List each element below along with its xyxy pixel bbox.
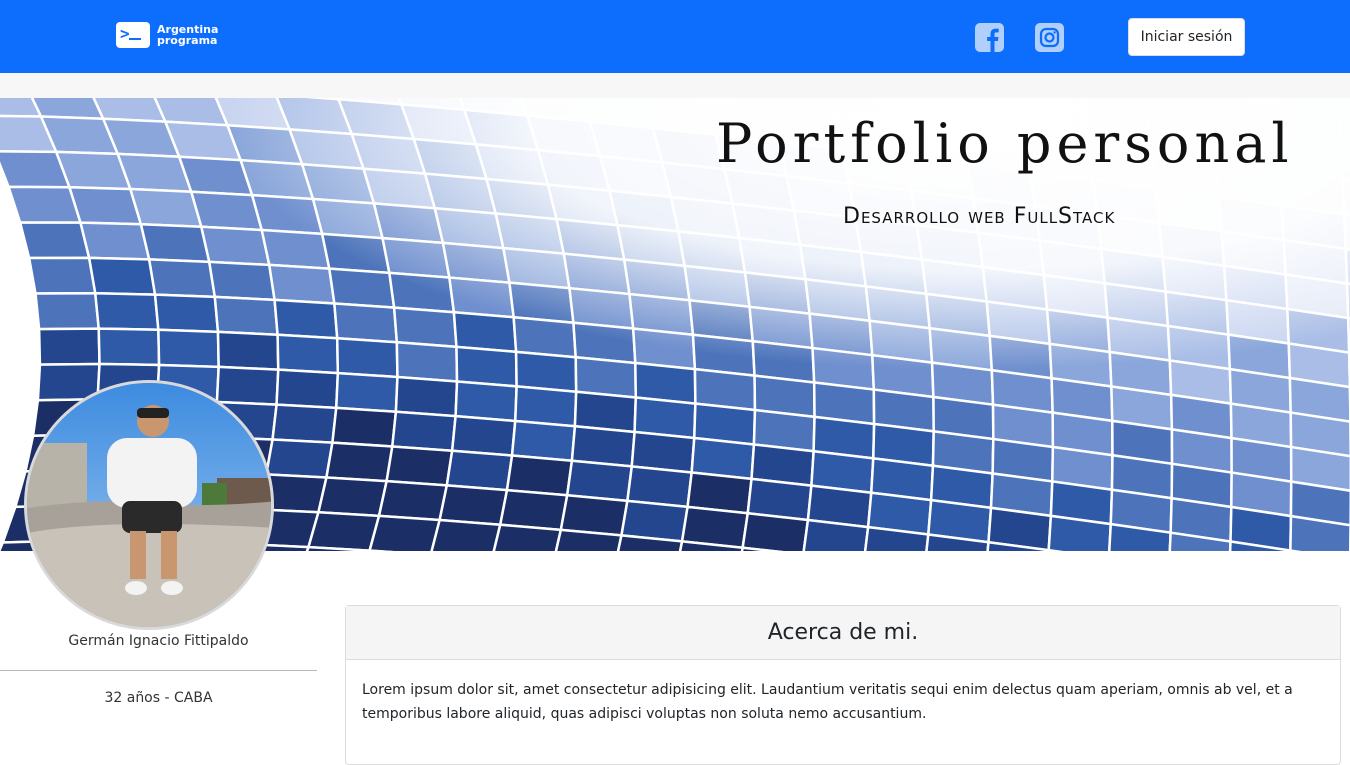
about-card: Acerca de mi. Lorem ipsum dolor sit, ame… [345,605,1341,765]
banner-top-strip [0,73,1350,98]
profile-divider [0,670,317,671]
brand-text: Argentina programa [157,24,218,46]
profile-avatar [24,380,274,630]
about-title: Acerca de mi. [346,606,1340,660]
about-text: Lorem ipsum dolor sit, amet consectetur … [346,660,1340,744]
top-navbar: > Argentina programa Iniciar sesión [0,0,1350,73]
terminal-icon: > [116,22,150,48]
brand-logo[interactable]: > Argentina programa [116,21,218,49]
instagram-icon[interactable] [1035,23,1064,52]
hero-title: Portfolio personal [716,112,1294,175]
brand-line-2: programa [157,35,218,46]
login-button[interactable]: Iniciar sesión [1128,18,1245,56]
profile-details: 32 años - CABA [0,690,317,706]
hero-subtitle: Desarrollo web FullStack [843,204,1115,229]
facebook-icon[interactable] [975,23,1004,52]
profile-name: Germán Ignacio Fittipaldo [0,633,317,649]
